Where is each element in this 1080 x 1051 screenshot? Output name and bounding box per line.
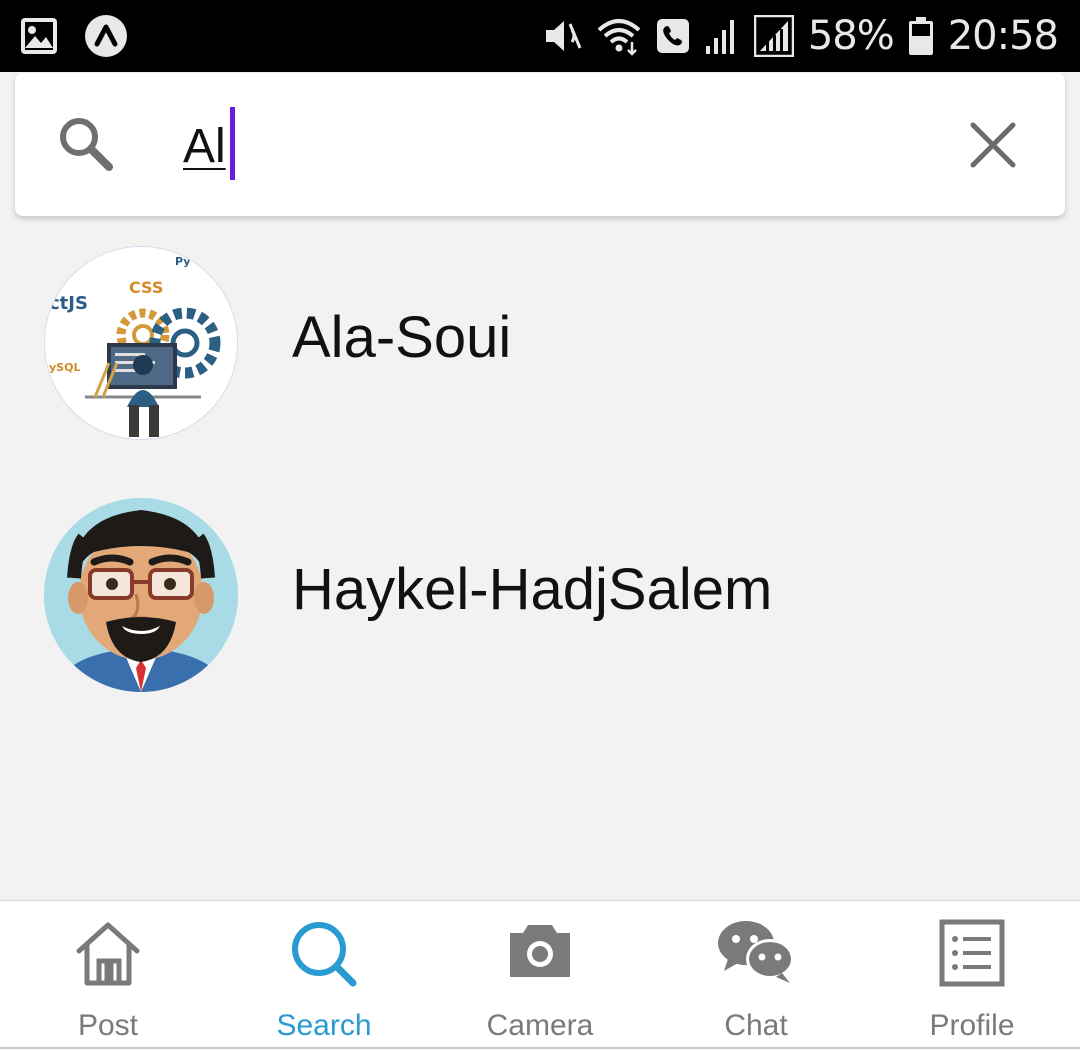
nav-label: Profile (929, 1009, 1015, 1042)
wifi-call-icon (656, 19, 689, 53)
result-name: Haykel-HadjSalem (292, 557, 773, 622)
avatar-dev-illustration: CSS ctJS ySQL Py (44, 246, 238, 440)
nav-item-chat[interactable]: Chat (648, 901, 864, 1049)
battery-percent: 58% (807, 13, 895, 59)
search-result-haykel-hadjsalem[interactable]: Haykel-HadjSalem (0, 492, 1080, 712)
clock: 20:58 (947, 13, 1059, 59)
close-icon[interactable] (967, 119, 1019, 171)
battery-icon (908, 17, 933, 55)
nav-item-camera[interactable]: Camera (432, 901, 648, 1049)
avatar-cartoon-man (44, 498, 238, 692)
nav-label: Post (77, 1009, 139, 1042)
signal-2-icon (753, 15, 794, 57)
nav-item-profile[interactable]: Profile (864, 901, 1080, 1049)
search-input[interactable] (183, 111, 943, 181)
vibrate-mute-icon (545, 21, 582, 51)
nav-item-post[interactable]: Post (0, 901, 216, 1049)
search-icon (60, 118, 113, 171)
search-bar (15, 73, 1065, 216)
result-name: Ala-Soui (292, 305, 512, 370)
wifi-icon (597, 19, 641, 56)
bottom-navigation: Post Search Camera Chat Profile (0, 900, 1080, 1051)
search-icon (292, 922, 357, 987)
nav-label: Camera (486, 1009, 594, 1042)
nav-label: Chat (724, 1009, 788, 1042)
app-notification-icon (85, 15, 127, 57)
avatar-text-css: CSS (129, 278, 163, 297)
nav-item-search[interactable]: Search (216, 901, 432, 1049)
signal-1-icon (705, 20, 734, 54)
chat-icon (718, 921, 794, 983)
list-icon (939, 919, 1005, 987)
status-bar: 58% 20:58 (0, 0, 1080, 72)
text-caret (230, 107, 235, 180)
avatar-text-sql: ySQL (49, 361, 80, 374)
search-result-ala-soui[interactable]: CSS ctJS ySQL Py Ala-Soui (0, 240, 1080, 460)
home-icon (76, 922, 140, 986)
gallery-icon (21, 18, 57, 54)
avatar-text-js: ctJS (49, 293, 88, 314)
nav-label: Search (276, 1009, 372, 1042)
camera-icon (510, 925, 570, 977)
avatar-text-py: Py (175, 255, 190, 268)
